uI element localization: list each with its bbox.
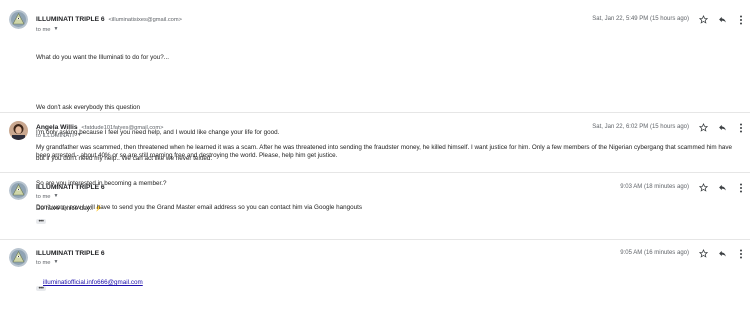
sender-email: <illuminatisixes@gmail.com> bbox=[108, 17, 182, 23]
reply-icon[interactable] bbox=[717, 249, 727, 259]
chevron-down-icon[interactable]: ▼ bbox=[54, 26, 59, 32]
show-trimmed-content-button[interactable]: ••• bbox=[36, 219, 46, 225]
recipient-label: to me bbox=[36, 193, 51, 200]
sender-name: ILLUMINATI TRIPLE 6 bbox=[36, 250, 105, 257]
body-line bbox=[36, 79, 279, 87]
reply-icon[interactable] bbox=[717, 123, 727, 133]
recipient-line[interactable]: to me ▼ bbox=[36, 26, 58, 33]
chevron-down-icon[interactable]: ▼ bbox=[54, 193, 59, 199]
show-trimmed-content-button[interactable]: ••• bbox=[36, 286, 46, 292]
message-body: Don't worry now I will have to send you … bbox=[36, 204, 363, 211]
message-divider bbox=[0, 112, 750, 113]
more-vert-icon[interactable] bbox=[736, 183, 746, 193]
sender-name: ILLUMINATI TRIPLE 6 bbox=[36, 184, 105, 191]
chevron-down-icon[interactable]: ▼ bbox=[54, 259, 59, 265]
sender-avatar[interactable] bbox=[9, 181, 28, 200]
email-link[interactable]: illuminatiofficial.info666@gmail.com bbox=[43, 279, 143, 286]
sender-avatar[interactable] bbox=[9, 121, 28, 140]
message-divider bbox=[0, 239, 750, 240]
recipient-label: to me bbox=[36, 260, 51, 266]
message-time: Sat, Jan 22, 5:49 PM (15 hours ago) bbox=[592, 15, 689, 22]
message-body: illuminatiofficial.info666@gmail.com bbox=[36, 271, 143, 296]
recipient-label: to me bbox=[36, 27, 51, 33]
sender-line: ILLUMINATI TRIPLE 6 bbox=[36, 184, 105, 191]
message-time: Sat, Jan 22, 6:02 PM (15 hours ago) bbox=[592, 123, 689, 130]
star-icon[interactable] bbox=[698, 123, 708, 133]
star-icon[interactable] bbox=[698, 183, 708, 193]
sender-avatar[interactable] bbox=[9, 248, 28, 267]
message-body: My grandfather was scammed, then threate… bbox=[36, 143, 733, 159]
star-icon[interactable] bbox=[698, 249, 708, 259]
message-time: 9:05 AM (16 minutes ago) bbox=[620, 249, 689, 256]
reply-icon[interactable] bbox=[717, 15, 727, 25]
more-vert-icon[interactable] bbox=[736, 15, 746, 25]
recipient-line[interactable]: to me ▼ bbox=[36, 193, 58, 200]
sender-avatar[interactable] bbox=[9, 10, 28, 29]
recipient-label: to ILLUMINATI bbox=[36, 133, 74, 139]
sender-email: <fatdude101fatyes@gmail.com> bbox=[81, 125, 164, 131]
sender-line: ILLUMINATI TRIPLE 6 bbox=[36, 250, 105, 257]
message-time: 9:03 AM (18 minutes ago) bbox=[620, 183, 689, 190]
body-line: What do you want the Illuminati to do fo… bbox=[36, 53, 170, 61]
message-divider bbox=[0, 172, 750, 173]
sender-name: Angela Willis bbox=[36, 124, 78, 131]
recipient-line[interactable]: to me ▼ bbox=[36, 259, 58, 266]
sender-line: Angela Willis <fatdude101fatyes@gmail.co… bbox=[36, 124, 163, 131]
sender-name: ILLUMINATI TRIPLE 6 bbox=[36, 16, 105, 23]
star-icon[interactable] bbox=[698, 15, 708, 25]
reply-icon[interactable] bbox=[717, 183, 727, 193]
chevron-down-icon[interactable]: ▼ bbox=[77, 132, 82, 138]
more-vert-icon[interactable] bbox=[736, 123, 746, 133]
more-vert-icon[interactable] bbox=[736, 249, 746, 259]
sender-line: ILLUMINATI TRIPLE 6 <illuminatisixes@gma… bbox=[36, 16, 182, 23]
recipient-line[interactable]: to ILLUMINATI ▼ bbox=[36, 132, 82, 139]
